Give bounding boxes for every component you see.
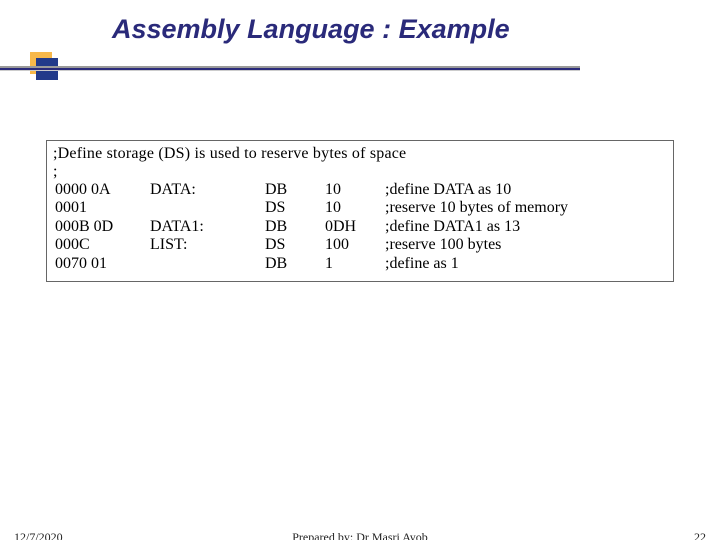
cell-val: 100 [323, 236, 383, 254]
cell-val: 1 [323, 255, 383, 273]
cell-val: 10 [323, 199, 383, 217]
code-table: 0000 0A DATA: DB 10 ;define DATA as 10 0… [53, 181, 667, 273]
cell-addr: 000C [53, 236, 148, 254]
table-row: 0070 01 DB 1 ;define as 1 [53, 255, 667, 273]
cell-dir: DB [263, 218, 323, 236]
cell-addr: 0070 01 [53, 255, 148, 273]
code-comment-line: ;Define storage (DS) is used to reserve … [53, 145, 667, 163]
cell-dir: DS [263, 236, 323, 254]
slide: Assembly Language : Example ;Define stor… [0, 0, 720, 540]
cell-dir: DB [263, 181, 323, 199]
cell-label [148, 199, 263, 217]
cell-addr: 000B 0D [53, 218, 148, 236]
table-row: 0000 0A DATA: DB 10 ;define DATA as 10 [53, 181, 667, 199]
cell-addr: 0001 [53, 199, 148, 217]
cell-cmt: ;reserve 100 bytes [383, 236, 667, 254]
cell-dir: DB [263, 255, 323, 273]
cell-cmt: ;define DATA1 as 13 [383, 218, 667, 236]
table-row: 0001 DS 10 ;reserve 10 bytes of memory [53, 199, 667, 217]
cell-addr: 0000 0A [53, 181, 148, 199]
code-box: ;Define storage (DS) is used to reserve … [46, 140, 674, 282]
cell-cmt: ;reserve 10 bytes of memory [383, 199, 667, 217]
cell-cmt: ;define DATA as 10 [383, 181, 667, 199]
cell-dir: DS [263, 199, 323, 217]
cell-val: 10 [323, 181, 383, 199]
table-row: 000B 0D DATA1: DB 0DH ;define DATA1 as 1… [53, 218, 667, 236]
cell-cmt: ;define as 1 [383, 255, 667, 273]
title-underline-3 [0, 70, 580, 71]
footer-prepared: Prepared by: Dr Masri Ayob [0, 530, 720, 540]
table-row: 000C LIST: DS 100 ;reserve 100 bytes [53, 236, 667, 254]
cell-label: LIST: [148, 236, 263, 254]
slide-title: Assembly Language : Example [112, 14, 510, 45]
code-comment-line: ; [53, 163, 667, 181]
cell-label: DATA: [148, 181, 263, 199]
cell-val: 0DH [323, 218, 383, 236]
cell-label [148, 255, 263, 273]
cell-label: DATA1: [148, 218, 263, 236]
footer-page: 22 [694, 530, 706, 540]
